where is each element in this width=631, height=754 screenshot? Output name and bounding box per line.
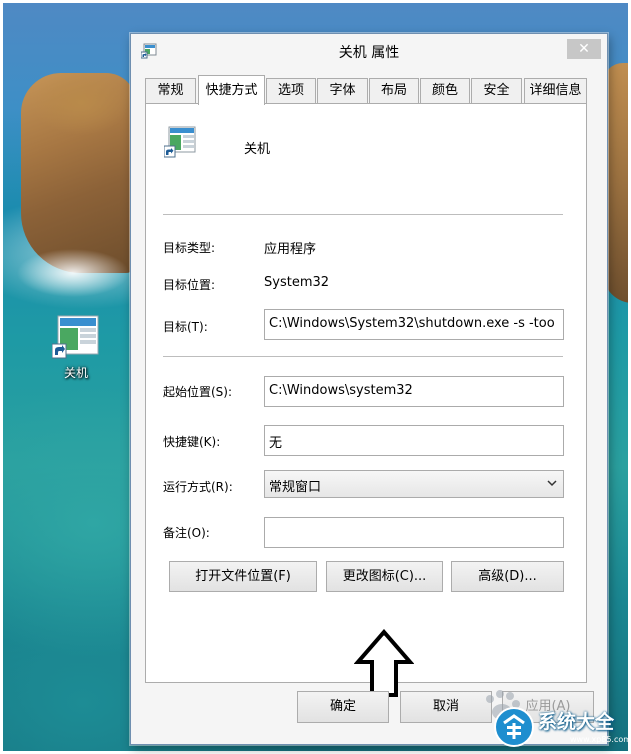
up-arrow-annotation-icon — [353, 628, 415, 699]
shortcut-name: 关机 — [244, 142, 271, 157]
tab-options[interactable]: 选项 — [266, 78, 316, 104]
advanced-button[interactable]: 高级(D)... — [451, 561, 564, 592]
tab-shortcut[interactable]: 快捷方式 — [198, 75, 265, 105]
start-in-input[interactable]: C:\Windows\system32 — [264, 376, 564, 407]
desktop-shortcut-label: 关机 — [63, 366, 88, 380]
properties-dialog: 关机 属性 ✕ 常规 快捷方式 选项 字体 布局 颜色 安全 详细信息 关机 目… — [130, 33, 608, 745]
target-input[interactable]: C:\Windows\System32\shutdown.exe -s -too — [264, 309, 564, 340]
change-icon-button[interactable]: 更改图标(C)... — [326, 561, 443, 592]
desktop-shortcut-shutdown[interactable]: 关机 — [44, 314, 108, 381]
tab-details[interactable]: 详细信息 — [524, 78, 587, 104]
brand-logo-icon — [494, 707, 534, 747]
window-title: 关机 属性 — [338, 45, 400, 61]
run-mode-select[interactable]: 常规窗口 — [264, 470, 564, 498]
shortcut-large-icon — [163, 126, 196, 158]
chevron-down-icon — [547, 477, 557, 487]
tab-general[interactable]: 常规 — [145, 78, 196, 104]
comment-label: 备注(O): — [163, 526, 210, 540]
tab-security[interactable]: 安全 — [471, 78, 522, 104]
target-type-label: 目标类型: — [163, 241, 216, 255]
tab-colors[interactable]: 颜色 — [420, 78, 470, 104]
hotkey-input[interactable]: 无 — [264, 425, 564, 456]
close-button[interactable]: ✕ — [567, 39, 601, 59]
ok-button[interactable]: 确定 — [297, 691, 389, 723]
target-type-value: 应用程序 — [264, 242, 317, 257]
shortcut-tab-panel: 关机 目标类型: 应用程序 目标位置: System32 目标(T): C:\W… — [145, 103, 587, 697]
tab-layout[interactable]: 布局 — [369, 78, 419, 104]
divider — [163, 214, 563, 215]
tab-font[interactable]: 字体 — [317, 78, 368, 104]
brand-name: 系统大全 — [538, 711, 615, 733]
run-mode-value: 常规窗口 — [269, 480, 322, 495]
comment-input[interactable] — [264, 517, 564, 548]
wallpaper-surf — [3, 233, 143, 313]
target-label: 目标(T): — [163, 320, 208, 334]
target-location-label: 目标位置: — [163, 278, 216, 292]
run-mode-label: 运行方式(R): — [163, 480, 233, 494]
close-icon: ✕ — [578, 41, 590, 57]
brand-url: www.xp85.com — [570, 735, 631, 744]
shortcut-app-icon — [51, 314, 100, 360]
title-bar[interactable]: 关机 属性 ✕ — [131, 34, 607, 66]
start-in-label: 起始位置(S): — [163, 385, 233, 399]
open-file-location-button[interactable]: 打开文件位置(F) — [169, 561, 317, 592]
divider — [163, 356, 563, 357]
hotkey-label: 快捷键(K): — [163, 435, 221, 449]
brand-watermark: 系统大全 www.xp85.com — [494, 705, 631, 751]
target-location-value: System32 — [264, 275, 330, 290]
